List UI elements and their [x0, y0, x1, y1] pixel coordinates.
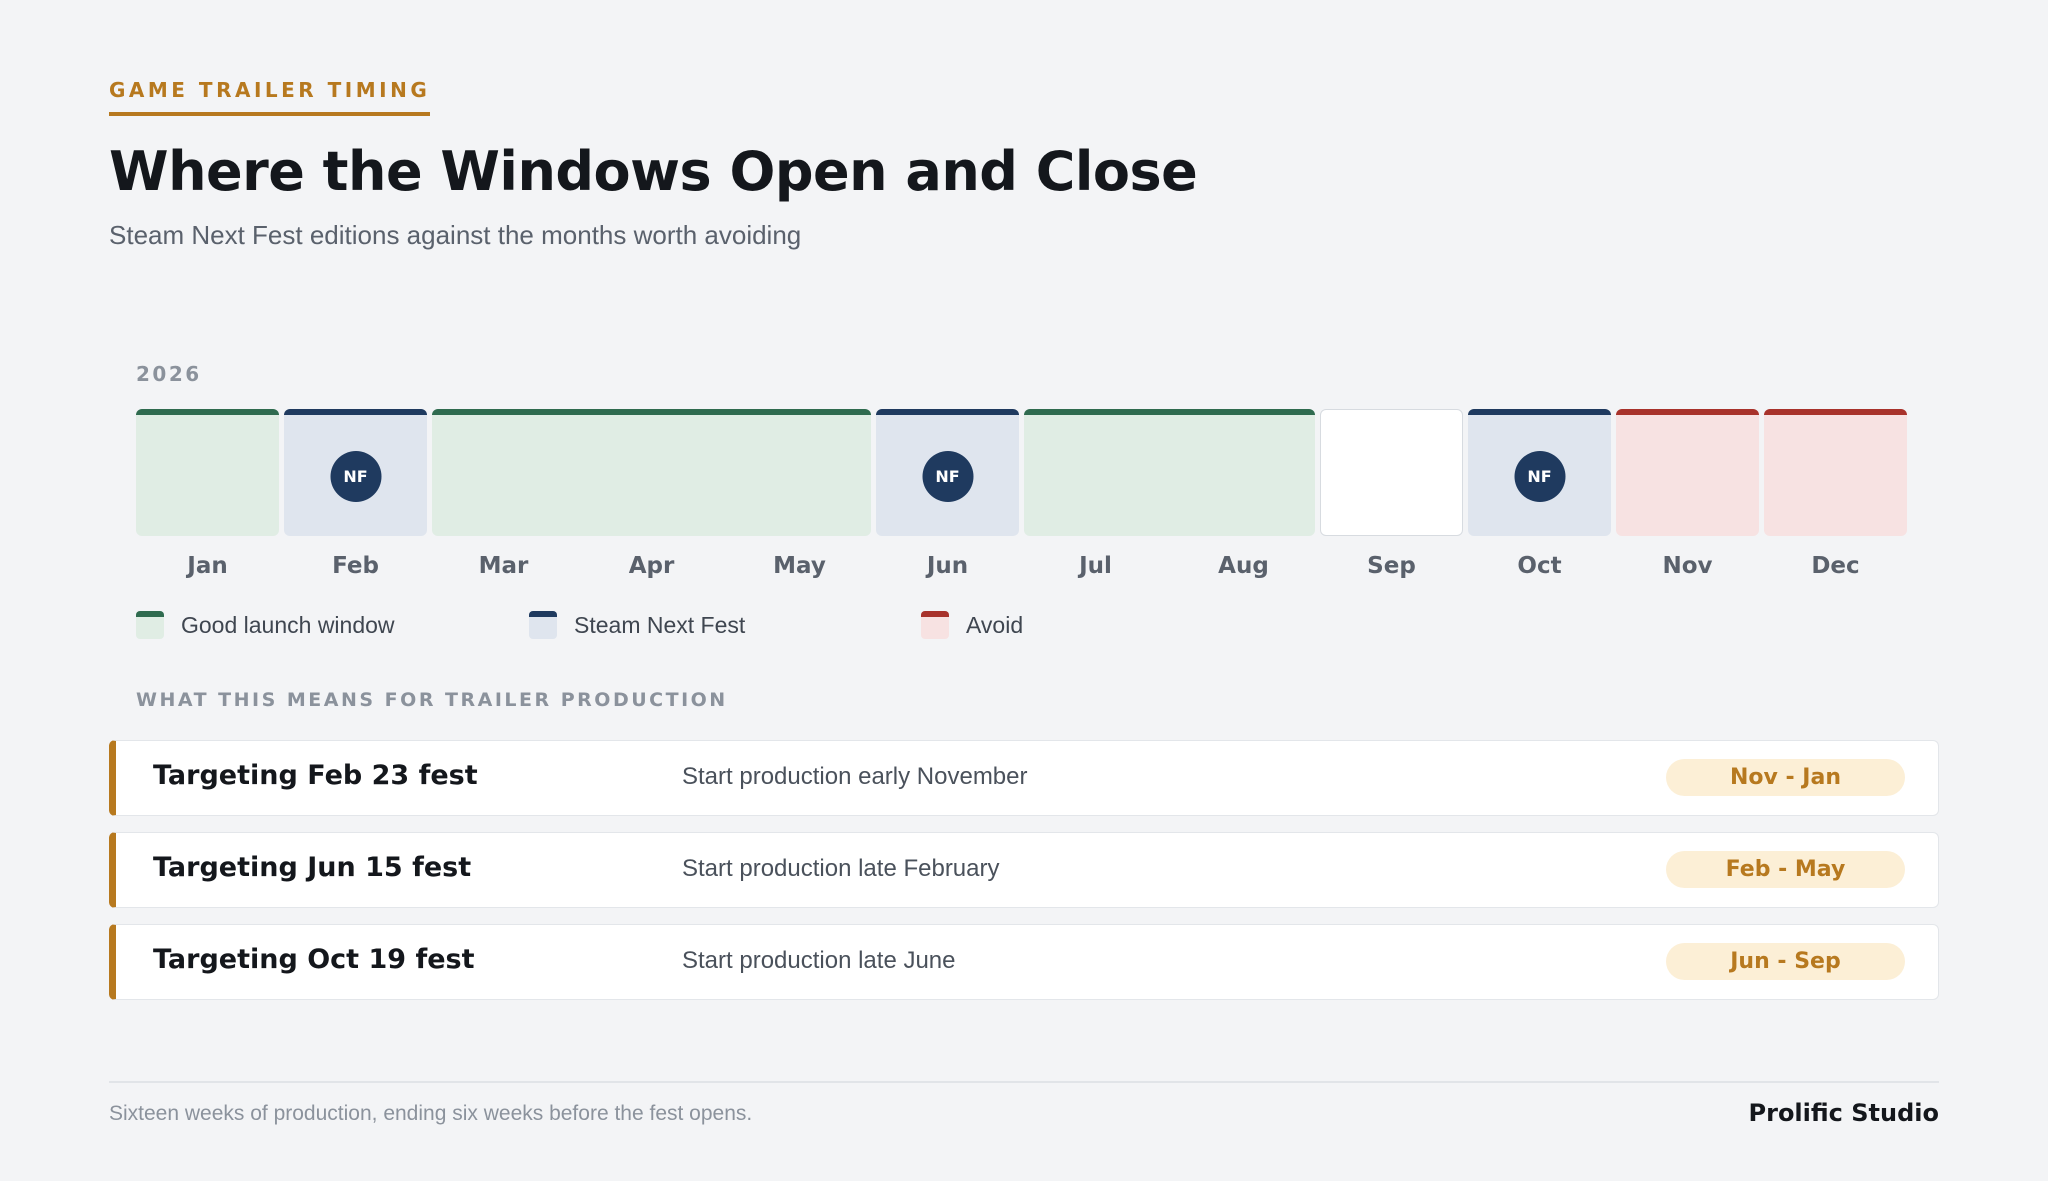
calendar-year: 2026: [136, 362, 202, 386]
legend-item-avoid: Avoid: [921, 610, 1023, 640]
month-cell-fest: NF: [876, 409, 1019, 536]
month-cell-fest: NF: [284, 409, 427, 536]
month-label-jul: Jul: [1079, 553, 1112, 579]
window-pill: Feb - May: [1666, 851, 1905, 888]
section-label: WHAT THIS MEANS FOR TRAILER PRODUCTION: [136, 689, 728, 711]
legend-label: Steam Next Fest: [574, 611, 746, 638]
month-label-mar: Mar: [478, 553, 529, 579]
next-fest-badge: NF: [1514, 451, 1565, 502]
row-title: Targeting Feb 23 fest: [153, 760, 478, 791]
month-cell-fest: NF: [1468, 409, 1611, 536]
month-label-apr: Apr: [628, 553, 675, 579]
row-detail: Start production early November: [682, 763, 1028, 790]
row-detail: Start production late June: [682, 947, 956, 974]
legend-swatch-good: [136, 611, 164, 639]
month-status-bar: [1024, 409, 1315, 415]
legend-label: Good launch window: [181, 611, 395, 638]
legend-swatch-avoid: [921, 611, 949, 639]
eyebrow-label: GAME TRAILER TIMING: [109, 78, 431, 102]
page-subtitle: Steam Next Fest editions against the mon…: [109, 220, 802, 250]
month-cell-good: [136, 409, 279, 536]
month-status-bar: [1616, 409, 1759, 415]
month-label-jan: Jan: [187, 553, 228, 579]
month-cell-avoid: [1616, 409, 1759, 536]
eyebrow-underline: [109, 112, 430, 116]
month-label-aug: Aug: [1218, 553, 1269, 579]
window-pill: Jun - Sep: [1666, 943, 1905, 980]
month-label-oct: Oct: [1517, 553, 1562, 579]
legend-label: Avoid: [966, 611, 1024, 638]
month-label-may: May: [773, 553, 826, 579]
month-label-feb: Feb: [332, 553, 379, 579]
month-cell-good: [432, 409, 871, 536]
next-fest-badge: NF: [330, 451, 381, 502]
next-fest-badge: NF: [922, 451, 973, 502]
month-status-bar: [136, 409, 279, 415]
month-cell-neutral: [1320, 409, 1463, 536]
window-pill: Nov - Jan: [1666, 759, 1905, 796]
production-row: Targeting Oct 19 fest Start production l…: [109, 924, 1939, 1000]
month-status-bar: [876, 409, 1019, 415]
footer-brand: Prolific Studio: [1748, 1099, 1939, 1127]
legend-item-good: Good launch window: [136, 610, 395, 640]
legend-item-fest: Steam Next Fest: [529, 610, 745, 640]
page-title: Where the Windows Open and Close: [109, 140, 1198, 203]
row-title: Targeting Oct 19 fest: [153, 944, 475, 975]
month-label-dec: Dec: [1811, 553, 1860, 579]
month-cell-good: [1024, 409, 1315, 536]
row-detail: Start production late February: [682, 855, 1000, 882]
month-status-bar: [1468, 409, 1611, 415]
legend-swatch-fest: [529, 611, 557, 639]
row-title: Targeting Jun 15 fest: [153, 852, 472, 883]
month-status-bar: [432, 409, 871, 415]
footer-note: Sixteen weeks of production, ending six …: [109, 1102, 753, 1125]
month-status-bar: [284, 409, 427, 415]
footer-divider: [109, 1081, 1939, 1083]
month-label-sep: Sep: [1367, 553, 1416, 579]
month-label-jun: Jun: [926, 553, 969, 579]
month-status-bar: [1764, 409, 1907, 415]
month-label-nov: Nov: [1662, 553, 1713, 579]
production-row: Targeting Jun 15 fest Start production l…: [109, 832, 1939, 908]
month-cell-avoid: [1764, 409, 1907, 536]
production-row: Targeting Feb 23 fest Start production e…: [109, 740, 1939, 816]
